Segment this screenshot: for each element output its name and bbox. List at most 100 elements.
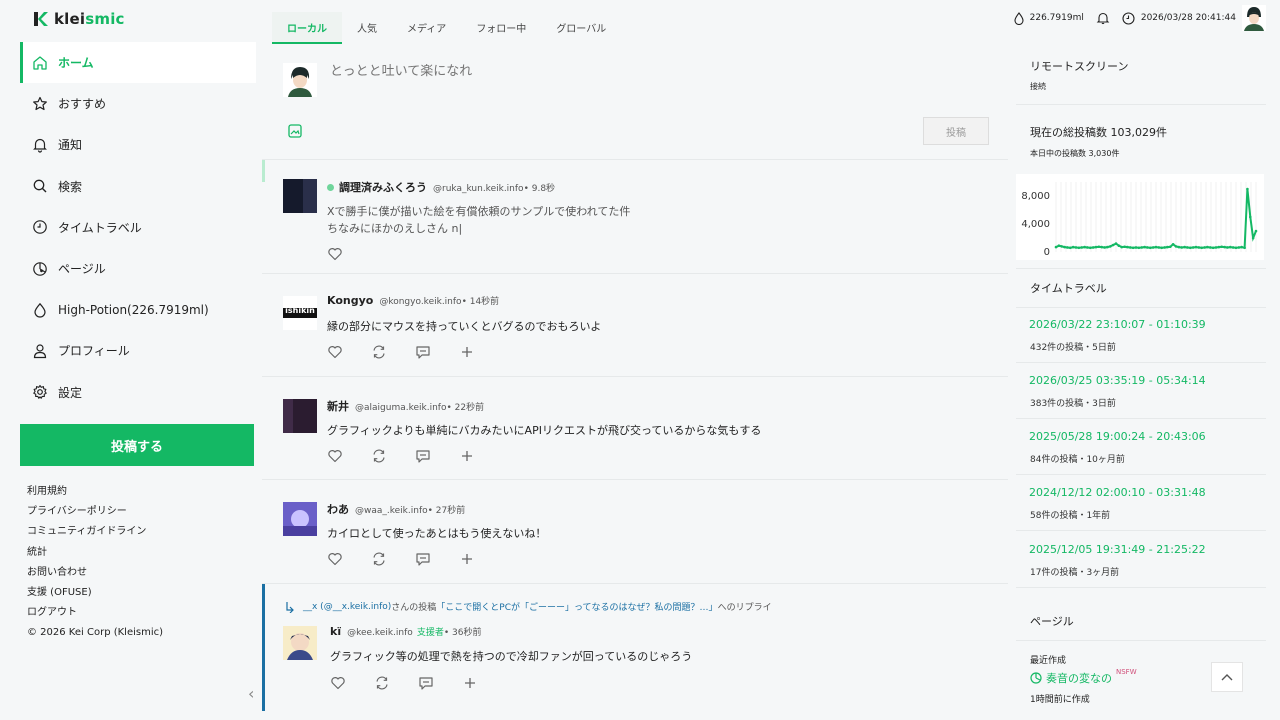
post-author-name[interactable]: 新井 — [327, 398, 349, 414]
timeline-post[interactable]: __x (@__x.keik.info) さんの投稿 「ここで開くとPCが「ごーー… — [262, 583, 1008, 711]
timetravel-meta: 84件の投稿・10ヶ月前 — [1030, 455, 1125, 465]
reply-user[interactable]: __x (@__x.keik.info) — [303, 602, 391, 612]
post-author-avatar[interactable] — [283, 626, 317, 660]
timeline-post[interactable]: わあ @waa_.keik.info • 27秒前 カイロとして使ったあとはもう使え… — [262, 479, 1008, 583]
image-attach-icon[interactable] — [288, 124, 302, 138]
timeline-post[interactable]: 新井 @alaiguma.keik.info • 22秒前 グラフィックよりも単純に… — [262, 376, 1008, 479]
like-button[interactable] — [327, 343, 371, 361]
post-input[interactable] — [330, 64, 890, 79]
chart-ytick-label: 8,000 — [1021, 191, 1050, 202]
footer-link[interactable]: お問い合わせ — [27, 563, 163, 583]
footer-link[interactable]: プライバシーポリシー — [27, 502, 163, 522]
tab-1[interactable]: 人気 — [342, 12, 392, 44]
notification-bell-icon[interactable] — [1096, 11, 1110, 25]
recent-peeple-item[interactable]: 奏音の変なの NSFW — [1030, 668, 1137, 686]
peeple-icon-wrap — [32, 261, 48, 277]
repost-button[interactable] — [371, 343, 415, 361]
timetravel-range[interactable]: 2026/03/22 23:10:07 - 01:10:39 — [1029, 318, 1206, 331]
post-author-avatar[interactable] — [283, 179, 317, 213]
chart-point — [1071, 245, 1075, 249]
like-button[interactable] — [327, 245, 371, 263]
reply-button[interactable] — [415, 343, 459, 361]
post-author-handle[interactable]: @alaiguma.keik.info — [355, 403, 446, 413]
collapse-sidebar-icon[interactable]: ‹ — [248, 684, 254, 703]
timeline-post[interactable]: ishikin Kongyo @kongyo.keik.info • 14秒前 縁の部… — [262, 273, 1008, 376]
divider — [1016, 268, 1266, 269]
post-author-handle[interactable]: @ruka_kun.keik.info — [433, 184, 524, 194]
tab-3[interactable]: フォロー中 — [461, 12, 541, 44]
like-button[interactable] — [327, 447, 371, 465]
chart-point — [1211, 246, 1215, 250]
remote-screen-connect[interactable]: 接続 — [1030, 81, 1046, 92]
like-button[interactable] — [327, 550, 371, 568]
sidebar-item-3[interactable]: 検索 — [20, 166, 256, 207]
post-time[interactable]: • 27秒前 — [428, 503, 466, 516]
post-author-name[interactable]: 調理済みふくろう — [339, 179, 427, 195]
chart-point — [1088, 246, 1092, 250]
chart-point — [1220, 245, 1224, 249]
chart-point — [1086, 246, 1089, 249]
post-author-name[interactable]: kï — [330, 625, 341, 638]
repost-button[interactable] — [371, 550, 415, 568]
repost-icon — [376, 676, 388, 690]
reply-button[interactable] — [415, 447, 459, 465]
more-button[interactable] — [459, 343, 503, 361]
brand-logo[interactable]: kleismic — [33, 10, 125, 28]
reply-context[interactable]: __x (@__x.keik.info) さんの投稿 「ここで開くとPCが「ごーー… — [284, 600, 772, 613]
repost-button[interactable] — [374, 674, 418, 692]
footer-link[interactable]: 支援 (OFUSE) — [27, 583, 163, 603]
footer-link[interactable]: ログアウト — [27, 603, 163, 623]
reply-suffix: へのリプライ — [717, 603, 772, 613]
tab-2[interactable]: メディア — [392, 12, 461, 44]
footer-link[interactable]: 利用規約 — [27, 482, 163, 502]
post-author-name[interactable]: Kongyo — [327, 294, 373, 307]
sidebar-item-7[interactable]: プロフィール — [20, 330, 256, 371]
post-author-handle[interactable]: @waa_.keik.info — [355, 506, 428, 516]
more-button[interactable] — [459, 550, 503, 568]
chart-point — [1234, 246, 1238, 250]
reply-quote[interactable]: 「ここで開くとPCが「ごーーー」ってなるのはなぜ？私の問題？…」 — [436, 600, 717, 613]
sidebar-item-8[interactable]: 設定 — [20, 372, 256, 413]
tab-4[interactable]: グローバル — [541, 12, 621, 44]
sidebar-item-6[interactable]: High-Potion(226.7919ml) — [20, 289, 256, 330]
chart-point — [1106, 245, 1109, 249]
more-button[interactable] — [459, 447, 503, 465]
timetravel-range[interactable]: 2024/12/12 02:00:10 - 03:31:48 — [1029, 486, 1206, 499]
current-datetime: 2026/03/28 20:41:44 — [1140, 13, 1236, 23]
sidebar-item-4[interactable]: タイムトラベル — [20, 207, 256, 248]
post-time[interactable]: • 36秒前 — [444, 625, 482, 638]
post-author-handle[interactable]: @kee.keik.info — [347, 628, 413, 638]
reply-button[interactable] — [415, 550, 459, 568]
user-avatar[interactable] — [283, 63, 317, 97]
account-avatar[interactable] — [1242, 5, 1266, 31]
like-button[interactable] — [330, 674, 374, 692]
scroll-to-top-button[interactable] — [1211, 662, 1243, 692]
timetravel-range[interactable]: 2026/03/25 03:35:19 - 05:34:14 — [1029, 374, 1206, 387]
more-button[interactable] — [462, 674, 506, 692]
chart-point — [1191, 246, 1195, 249]
timetravel-title: タイムトラベル — [1030, 282, 1107, 295]
post-time[interactable]: • 14秒前 — [462, 294, 500, 307]
compose-post-button[interactable]: 投稿する — [20, 424, 254, 466]
timeline-post[interactable]: 調理済みふくろう @ruka_kun.keik.info • 9.8秒 Xで勝手に僕… — [262, 159, 1008, 273]
sidebar-item-1[interactable]: おすすめ — [20, 83, 256, 124]
submit-post-button[interactable]: 投稿 — [923, 117, 989, 145]
footer-link[interactable]: 統計 — [27, 543, 163, 563]
post-author-handle[interactable]: @kongyo.keik.info — [379, 297, 461, 307]
post-author-avatar[interactable] — [283, 502, 317, 536]
reply-button[interactable] — [418, 674, 462, 692]
post-author-avatar[interactable] — [283, 399, 317, 433]
post-author-name[interactable]: わあ — [327, 501, 349, 517]
repost-button[interactable] — [371, 447, 415, 465]
sidebar-item-5[interactable]: ページル — [20, 248, 256, 289]
timetravel-range[interactable]: 2025/12/05 19:31:49 - 21:25:22 — [1029, 543, 1206, 556]
footer-link[interactable]: コミュニティガイドライン — [27, 522, 163, 542]
tab-0[interactable]: ローカル — [272, 12, 342, 44]
post-time[interactable]: • 22秒前 — [446, 400, 484, 413]
right-panel: 226.7919ml 2026/03/28 20:41:44 リモートスクリーン… — [1008, 0, 1280, 720]
post-time[interactable]: • 9.8秒 — [524, 181, 555, 194]
chart-point — [1094, 245, 1098, 249]
sidebar-item-2[interactable]: 通知 — [20, 124, 256, 165]
timetravel-range[interactable]: 2025/05/28 19:00:24 - 20:43:06 — [1029, 430, 1206, 443]
sidebar-item-0[interactable]: ホーム — [20, 42, 256, 84]
